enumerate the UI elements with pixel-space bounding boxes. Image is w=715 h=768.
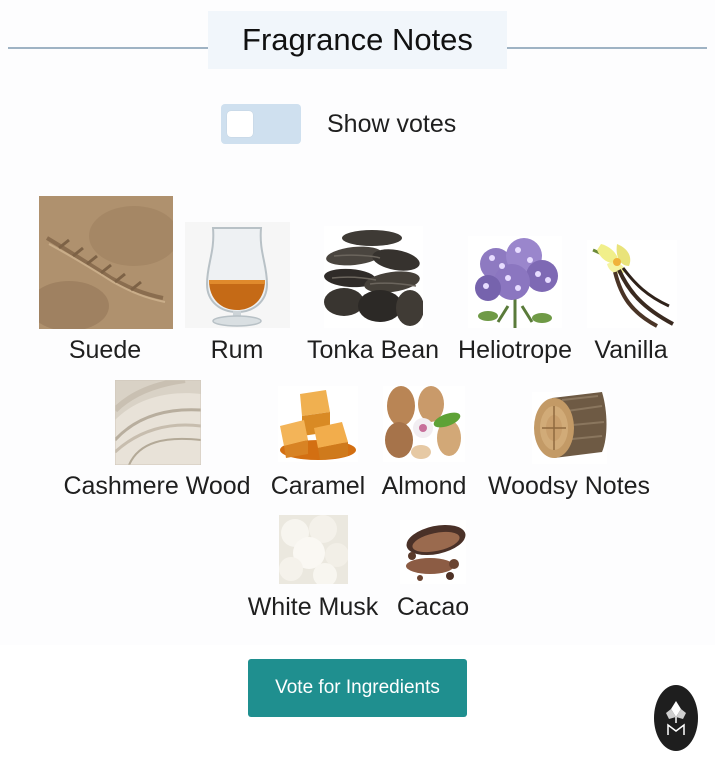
note-vanilla[interactable]: Vanilla — [587, 240, 677, 366]
note-tonka-bean[interactable]: Tonka Bean — [307, 226, 439, 366]
note-white-musk[interactable]: White Musk — [248, 515, 378, 621]
note-woodsy-notes[interactable]: Woodsy Notes — [488, 392, 650, 502]
note-almond[interactable]: Almond — [381, 386, 467, 502]
note-heliotrope[interactable]: Heliotrope — [458, 236, 572, 366]
note-caramel[interactable]: Caramel — [271, 386, 365, 502]
note-label: Woodsy Notes — [487, 472, 651, 500]
page-title: Fragrance Notes — [242, 22, 473, 57]
note-label: Heliotrope — [458, 336, 572, 364]
heliotrope-flower-image — [468, 236, 562, 328]
vanilla-pod-image — [587, 240, 677, 328]
cashmere-fabric-image — [115, 380, 201, 465]
note-label: Rum — [210, 336, 264, 364]
note-cacao[interactable]: Cacao — [396, 520, 470, 621]
diamond-logo-icon — [666, 701, 686, 735]
note-label: Cashmere Wood — [63, 472, 251, 500]
title-box: Fragrance Notes — [208, 11, 507, 69]
note-label: Caramel — [270, 472, 366, 500]
note-label: Almond — [381, 472, 467, 500]
rum-glass-image — [185, 222, 290, 328]
almond-image — [383, 386, 465, 462]
note-label: Suede — [68, 336, 142, 364]
tonka-bean-image — [324, 226, 423, 328]
show-votes-label: Show votes — [327, 110, 457, 138]
wood-log-image — [532, 392, 607, 464]
white-musk-image — [279, 515, 348, 584]
note-rum[interactable]: Rum — [185, 222, 290, 366]
suede-leather-image — [39, 196, 173, 329]
cacao-image — [400, 520, 466, 584]
vote-for-ingredients-button[interactable]: Vote for Ingredients — [248, 659, 467, 717]
note-label: Vanilla — [594, 336, 668, 364]
toggle-knob — [227, 111, 253, 137]
show-votes-toggle[interactable] — [221, 104, 301, 144]
note-label: White Musk — [247, 593, 379, 621]
title-rule-left — [8, 47, 208, 49]
title-rule-right — [507, 47, 707, 49]
caramel-cubes-image — [278, 386, 358, 462]
note-cashmere-wood[interactable]: Cashmere Wood — [63, 380, 251, 502]
note-suede[interactable]: Suede — [39, 196, 173, 366]
note-label: Cacao — [396, 593, 470, 621]
brand-logo-badge[interactable] — [654, 685, 698, 751]
note-label: Tonka Bean — [306, 336, 440, 364]
